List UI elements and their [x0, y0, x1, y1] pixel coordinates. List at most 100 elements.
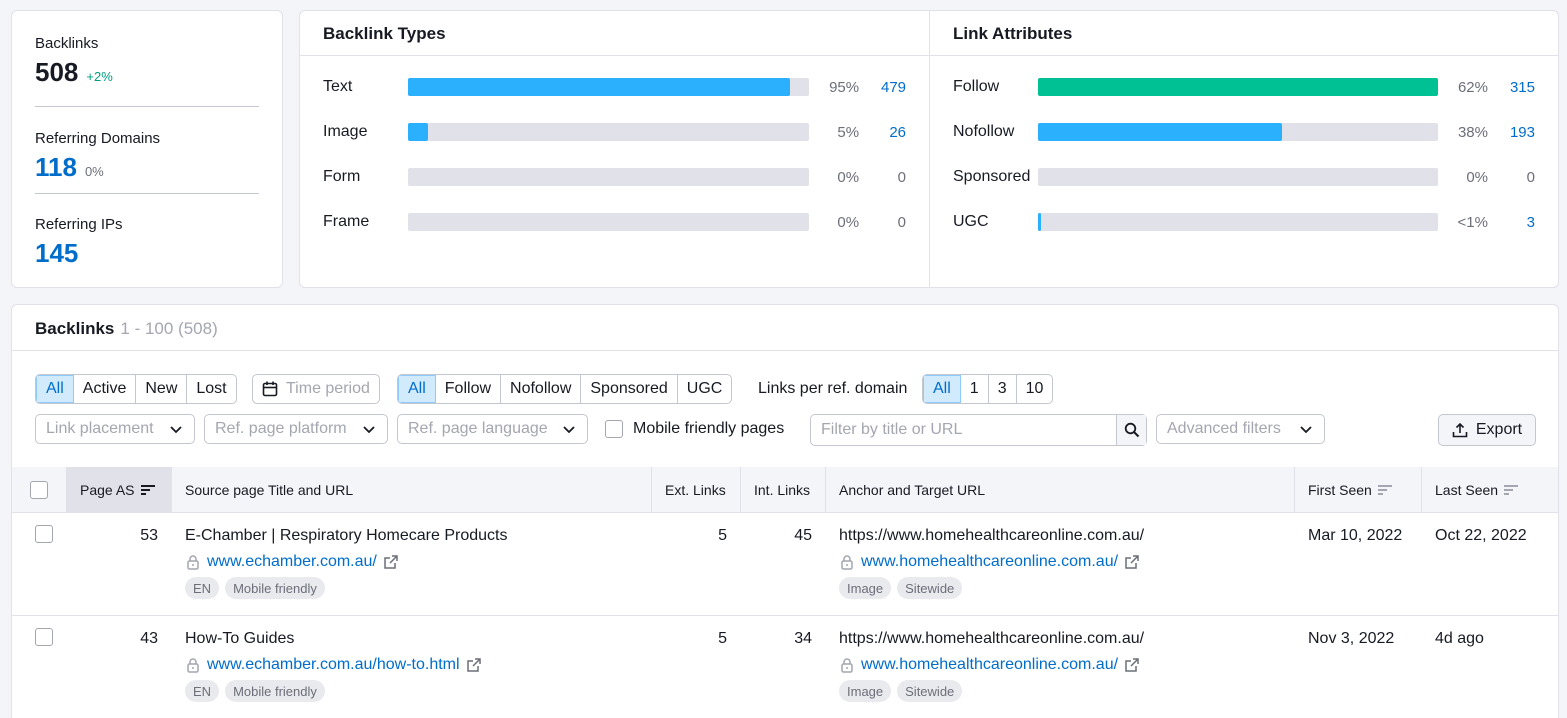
table-title: Backlinks: [35, 319, 115, 338]
source-tag: EN: [185, 680, 220, 702]
column-label: Last Seen: [1435, 482, 1499, 498]
source-domain: www.echamber.com.au: [207, 553, 373, 570]
bar-row-ugc: UGC <1% 3: [953, 212, 1535, 232]
bar-row-frame: Frame 0% 0: [323, 212, 906, 232]
status-lost-button[interactable]: Lost: [187, 375, 235, 403]
per-domain-all-button[interactable]: All: [923, 375, 961, 403]
link-placement-dropdown[interactable]: Link placement: [35, 414, 195, 444]
bar-count[interactable]: 315: [1488, 79, 1535, 96]
bar-track: [407, 78, 810, 96]
ref-platform-dropdown[interactable]: Ref. page platform: [204, 414, 388, 444]
bar-percent: 0%: [1466, 168, 1488, 186]
column-ext-links[interactable]: Ext. Links: [652, 467, 741, 513]
target-url-link[interactable]: www.homehealthcareonline.com.au/: [861, 553, 1118, 571]
status-filter-group: All Active New Lost: [35, 374, 237, 404]
anchor-text: https://www.homehealthcareonline.com.au/: [839, 527, 1145, 544]
time-period-button[interactable]: Time period: [252, 374, 380, 404]
per-domain-10-button[interactable]: 10: [1017, 375, 1053, 403]
external-link-icon[interactable]: [1124, 657, 1140, 673]
table-header-row: Page AS Source page Title and URL Ext. L…: [12, 467, 1558, 513]
column-first-seen[interactable]: First Seen: [1295, 467, 1422, 513]
select-all-cell: [12, 467, 67, 513]
source-url-link[interactable]: www.echamber.com.au/how-to.html: [207, 656, 460, 674]
page-as-value: 53: [140, 527, 158, 544]
anchor-cell: https://www.homehealthcareonline.com.au/…: [839, 630, 1289, 702]
status-new-button[interactable]: New: [136, 375, 188, 403]
calendar-icon: [262, 381, 278, 397]
metric-referring-ips[interactable]: Referring IPs 145: [35, 193, 259, 273]
bar-count[interactable]: 3: [1488, 214, 1535, 231]
metric-value[interactable]: 145: [35, 236, 78, 270]
attr-nofollow-button[interactable]: Nofollow: [501, 375, 582, 403]
summary-card: Backlinks 508 +2% Referring Domains 118 …: [11, 10, 283, 288]
backlinks-table-card: Backlinks 1 - 100 (508) All Active New Lo…: [11, 304, 1559, 718]
metric-delta: 0%: [84, 164, 104, 179]
bar-percent: 5%: [837, 123, 860, 141]
column-label: Ext. Links: [665, 482, 726, 498]
bar-row-follow: Follow 62% 315: [953, 77, 1535, 97]
ext-links-value: 5: [718, 527, 727, 544]
column-int-links[interactable]: Int. Links: [741, 467, 826, 513]
external-link-icon[interactable]: [383, 554, 399, 570]
bar-fill: [407, 78, 790, 96]
bar-count[interactable]: 479: [859, 79, 906, 96]
page-as-value: 43: [140, 630, 158, 647]
source-tag: EN: [185, 577, 220, 599]
bar-count[interactable]: 26: [859, 124, 906, 141]
attr-sponsored-button[interactable]: Sponsored: [581, 375, 678, 403]
metric-value[interactable]: 118: [35, 150, 77, 184]
target-url-link[interactable]: www.homehealthcareonline.com.au/: [861, 656, 1118, 674]
status-all-button[interactable]: All: [36, 375, 74, 403]
bar-track: [1038, 78, 1438, 96]
bar-fill: [1038, 123, 1282, 141]
search-input[interactable]: [811, 415, 1116, 445]
bar-percent: 95%: [829, 78, 860, 96]
mobile-friendly-checkbox[interactable]: [605, 420, 623, 438]
search-button[interactable]: [1116, 415, 1146, 445]
bar-row-text: Text 95% 479: [323, 77, 906, 97]
bar-row-image: Image 5% 26: [323, 122, 906, 142]
search-icon: [1124, 422, 1139, 438]
advanced-filters-dropdown[interactable]: Advanced filters: [1156, 414, 1325, 444]
row-checkbox[interactable]: [35, 628, 53, 646]
bar-count: 0: [1526, 168, 1535, 186]
status-active-button[interactable]: Active: [74, 375, 137, 403]
select-all-checkbox[interactable]: [30, 481, 48, 499]
bar-label: Text: [323, 78, 353, 95]
chevron-down-icon: [1300, 426, 1312, 434]
table-row: 43 How-To Guides www.echamber.com.au/how-t…: [12, 616, 1558, 718]
dropdown-label: Advanced filters: [1167, 420, 1281, 437]
lock-icon: [841, 658, 853, 673]
attr-follow-button[interactable]: Follow: [436, 375, 502, 403]
bar-track: [1038, 213, 1438, 231]
ref-language-dropdown[interactable]: Ref. page language: [397, 414, 588, 444]
row-checkbox-cell: [35, 628, 53, 651]
bar-percent: 38%: [1457, 123, 1488, 141]
backlink-types-panel: Backlink Types Text 95% 479 Image 5% 26 Form 0%…: [300, 11, 930, 287]
per-domain-1-button[interactable]: 1: [961, 375, 989, 403]
source-path: /how-to.html: [372, 656, 460, 673]
export-button[interactable]: Export: [1438, 414, 1536, 446]
anchor-cell: https://www.homehealthcareonline.com.au/…: [839, 527, 1289, 599]
external-link-icon[interactable]: [1124, 554, 1140, 570]
attr-ugc-button[interactable]: UGC: [678, 375, 732, 403]
mobile-friendly-filter[interactable]: Mobile friendly pages: [605, 420, 784, 438]
source-url-link[interactable]: www.echamber.com.au/: [207, 553, 377, 571]
per-domain-3-button[interactable]: 3: [989, 375, 1017, 403]
attr-all-button[interactable]: All: [398, 375, 436, 403]
bar-count[interactable]: 193: [1488, 124, 1535, 141]
bar-label: Sponsored: [953, 168, 1031, 185]
bar-track: [407, 123, 810, 141]
external-link-icon[interactable]: [466, 657, 482, 673]
attribute-filter-group: All Follow Nofollow Sponsored UGC: [397, 374, 733, 404]
table-heading: Backlinks 1 - 100 (508): [12, 305, 1558, 351]
metric-value: 508: [35, 57, 79, 87]
column-last-seen[interactable]: Last Seen: [1422, 467, 1558, 513]
column-label: Int. Links: [754, 482, 811, 498]
first-seen-value: Nov 3, 2022: [1308, 630, 1395, 647]
row-checkbox[interactable]: [35, 525, 53, 543]
column-page-as[interactable]: Page AS: [67, 467, 172, 513]
metric-referring-domains[interactable]: Referring Domains 118 0%: [35, 106, 259, 193]
sort-icon: [140, 485, 155, 495]
dropdown-label: Link placement: [46, 420, 154, 437]
